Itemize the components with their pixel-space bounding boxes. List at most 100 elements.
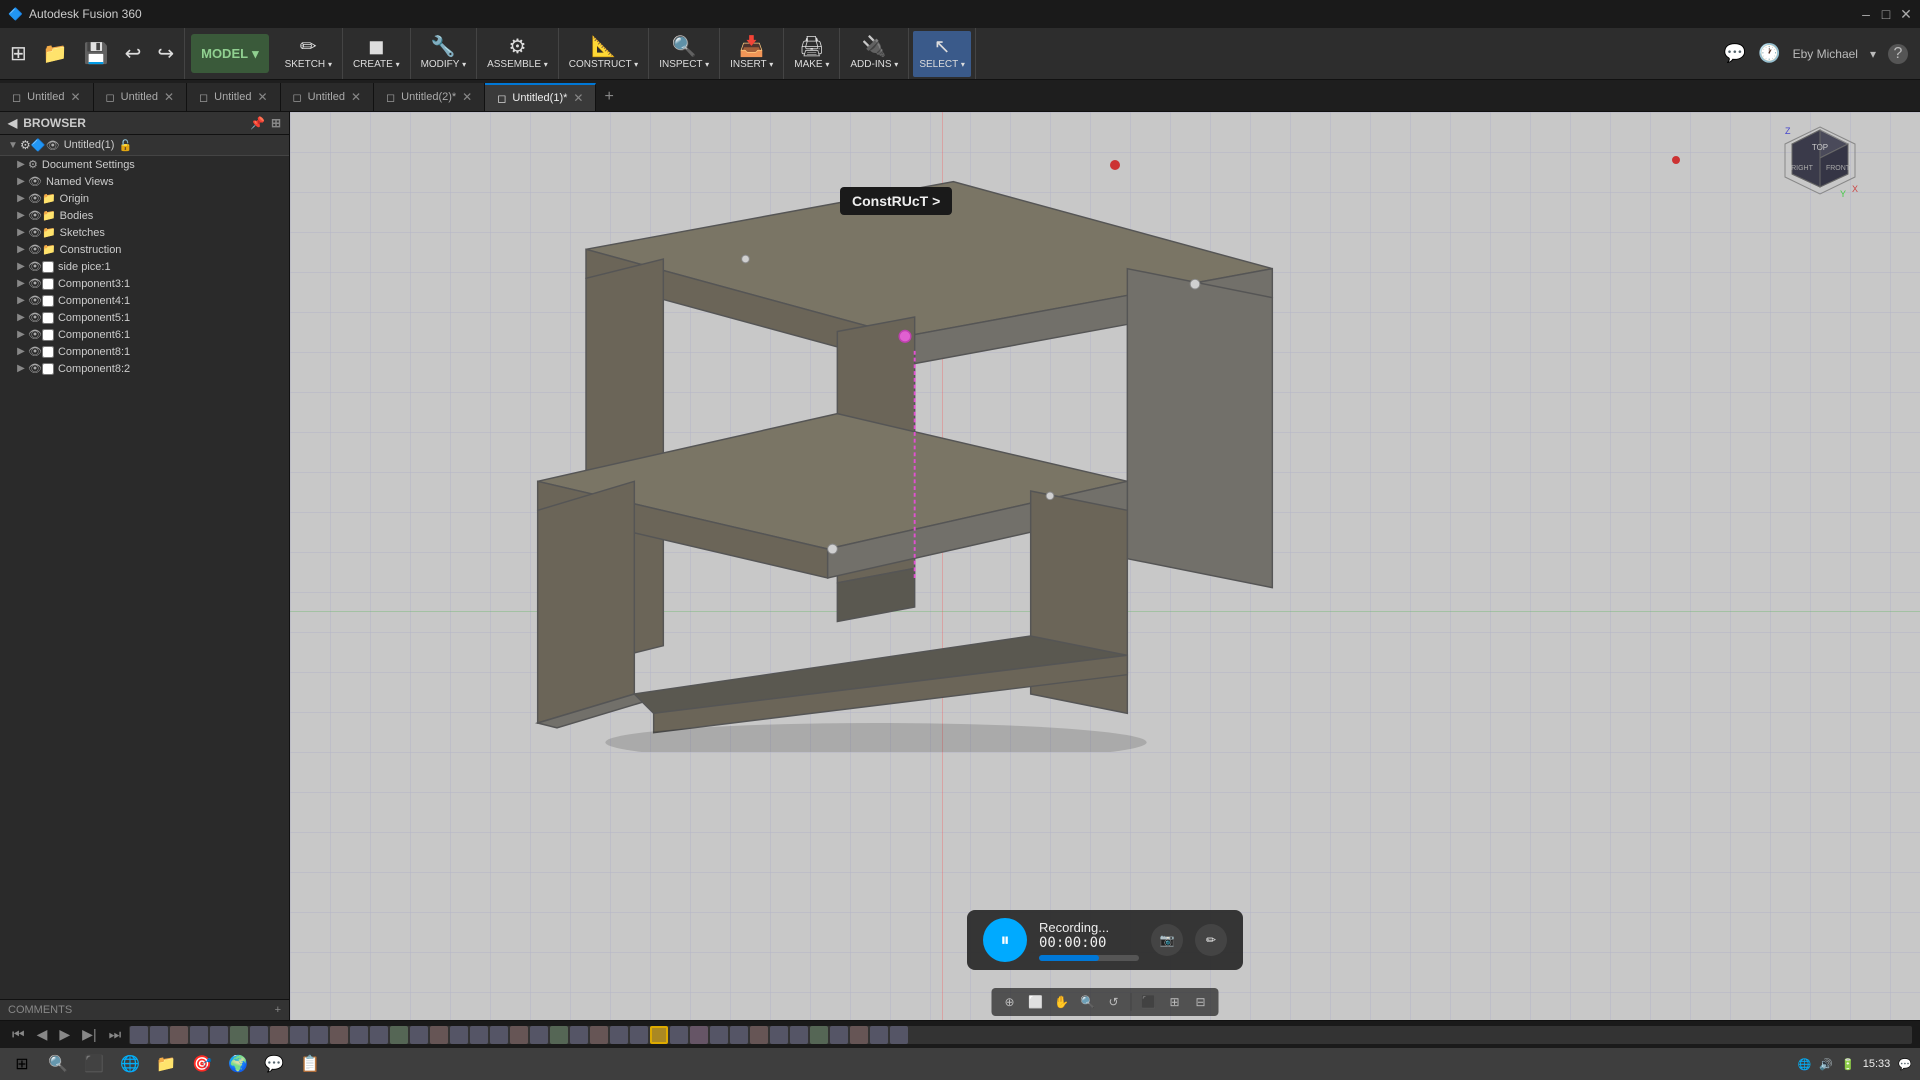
visibility-checkbox[interactable] [42, 329, 54, 341]
timeline-item[interactable] [430, 1026, 448, 1044]
modify-button[interactable]: 🔧 MODIFY ▾ [415, 31, 473, 77]
taskbar-app1[interactable]: 🎯 [188, 1050, 216, 1078]
taskbar-app3[interactable]: 💬 [260, 1050, 288, 1078]
timeline-item[interactable] [190, 1026, 208, 1044]
create-button[interactable]: ◼ CREATE ▾ [347, 31, 406, 77]
timeline-item[interactable] [270, 1026, 288, 1044]
timeline-item[interactable] [450, 1026, 468, 1044]
timeline-item[interactable] [670, 1026, 688, 1044]
windows-start-button[interactable]: ⊞ [8, 1050, 36, 1078]
timeline-item[interactable] [470, 1026, 488, 1044]
visibility-checkbox[interactable] [42, 295, 54, 307]
timeline-item[interactable] [170, 1026, 188, 1044]
root-expand[interactable]: ▼ [6, 140, 20, 151]
timeline-item[interactable] [130, 1026, 148, 1044]
recording-pen-button[interactable]: ✏ [1195, 924, 1227, 956]
visibility-checkbox[interactable] [42, 278, 54, 290]
browser-expand-icon[interactable]: ⊞ [271, 116, 281, 130]
taskbar-volume-icon[interactable]: 🔊 [1819, 1058, 1833, 1071]
zoom-button[interactable]: 🔍 [1076, 991, 1100, 1013]
expand-icon[interactable]: ▶ [14, 261, 28, 272]
timeline-item[interactable] [370, 1026, 388, 1044]
taskbar-explorer[interactable]: 📁 [152, 1050, 180, 1078]
timeline-item[interactable] [230, 1026, 248, 1044]
timeline-item[interactable] [330, 1026, 348, 1044]
timeline-item[interactable] [210, 1026, 228, 1044]
tree-item-bodies[interactable]: ▶ 👁 📁 Bodies [0, 207, 289, 224]
tree-item-doc-settings[interactable]: ▶ ⚙ Document Settings [0, 156, 289, 173]
root-lock-icon[interactable]: 🔓 [118, 139, 132, 152]
taskbar-search-button[interactable]: 🔍 [44, 1050, 72, 1078]
model-dropdown[interactable]: MODEL ▾ [191, 34, 268, 73]
close-button[interactable]: ✕ [1900, 8, 1912, 20]
tab-close[interactable]: ✕ [164, 90, 174, 104]
tree-item-comp3[interactable]: ▶ 👁 Component3:1 [0, 275, 289, 292]
recording-camera-button[interactable]: 📷 [1151, 924, 1183, 956]
tree-item-comp8-1[interactable]: ▶ 👁 Component8:1 [0, 343, 289, 360]
expand-icon[interactable]: ▶ [14, 329, 28, 340]
tab-untitled-1[interactable]: ◻ Untitled ✕ [0, 83, 94, 111]
new-tab-button[interactable]: + [596, 83, 621, 111]
clock-icon[interactable]: 🕐 [1758, 43, 1780, 64]
tab-close[interactable]: ✕ [573, 91, 583, 105]
timeline-item[interactable] [790, 1026, 808, 1044]
grid-settings-button[interactable]: ⊟ [1189, 991, 1213, 1013]
timeline-item[interactable] [890, 1026, 908, 1044]
tab-close[interactable]: ✕ [70, 90, 80, 104]
timeline-item[interactable] [250, 1026, 268, 1044]
chat-icon[interactable]: 💬 [1724, 43, 1746, 64]
save-button[interactable]: 💾 [78, 31, 115, 77]
view-select-button[interactable]: ⬛ [1137, 991, 1161, 1013]
tree-item-comp6[interactable]: ▶ 👁 Component6:1 [0, 326, 289, 343]
inspect-button[interactable]: 🔍 INSPECT ▾ [653, 31, 715, 77]
timeline-item[interactable] [410, 1026, 428, 1044]
viewcube[interactable]: TOP FRONT RIGHT X Y Z [1780, 122, 1860, 202]
expand-icon[interactable]: ▶ [14, 346, 28, 357]
tab-untitled-1star[interactable]: ◻ Untitled(1)* ✕ [485, 83, 596, 111]
visibility-checkbox[interactable] [42, 346, 54, 358]
tree-item-named-views[interactable]: ▶ 👁 Named Views [0, 173, 289, 190]
taskbar-network-icon[interactable]: 🌐 [1798, 1058, 1812, 1071]
expand-icon[interactable]: ▶ [14, 295, 28, 306]
expand-icon[interactable]: ▶ [14, 244, 28, 255]
timeline-item[interactable] [590, 1026, 608, 1044]
timeline-item[interactable] [630, 1026, 648, 1044]
pan-button[interactable]: ✋ [1050, 991, 1074, 1013]
orbit-button[interactable]: ↺ [1102, 991, 1126, 1013]
timeline-item[interactable] [730, 1026, 748, 1044]
tree-item-side-pice[interactable]: ▶ 👁 side pice:1 [0, 258, 289, 275]
grid-apps-button[interactable]: ⊞ [4, 31, 33, 77]
timeline-item[interactable] [870, 1026, 888, 1044]
sketch-button[interactable]: ✏ SKETCH ▾ [279, 31, 338, 77]
timeline-play-button[interactable]: ▶ [55, 1024, 74, 1045]
taskbar-battery-icon[interactable]: 🔋 [1841, 1058, 1855, 1071]
help-icon[interactable]: ? [1888, 44, 1908, 64]
minimize-button[interactable]: – [1860, 8, 1872, 20]
expand-icon[interactable]: ▶ [14, 210, 28, 221]
timeline-item[interactable] [390, 1026, 408, 1044]
undo-button[interactable]: ↩ [119, 31, 148, 77]
timeline-item[interactable] [490, 1026, 508, 1044]
visibility-checkbox[interactable] [42, 261, 54, 273]
timeline-item[interactable] [770, 1026, 788, 1044]
select-button[interactable]: ↖ SELECT ▾ [913, 31, 971, 77]
tab-close[interactable]: ✕ [257, 90, 267, 104]
tree-item-comp8-2[interactable]: ▶ 👁 Component8:2 [0, 360, 289, 377]
tree-root[interactable]: ▼ ⚙ 🔷 👁 Untitled(1) 🔓 [0, 135, 289, 156]
insert-button[interactable]: 📥 INSERT ▾ [724, 31, 779, 77]
taskbar-app2[interactable]: 🌍 [224, 1050, 252, 1078]
tab-untitled-4[interactable]: ◻ Untitled ✕ [281, 83, 375, 111]
expand-icon[interactable]: ▶ [14, 193, 28, 204]
timeline-item[interactable] [690, 1026, 708, 1044]
recording-pause-button[interactable]: ⏸ [983, 918, 1027, 962]
tree-item-comp5[interactable]: ▶ 👁 Component5:1 [0, 309, 289, 326]
timeline-start-button[interactable]: ⏮ [8, 1024, 29, 1045]
visibility-checkbox[interactable] [42, 312, 54, 324]
redo-button[interactable]: ↪ [151, 31, 180, 77]
timeline-item[interactable] [750, 1026, 768, 1044]
tree-item-comp4[interactable]: ▶ 👁 Component4:1 [0, 292, 289, 309]
timeline-item[interactable] [310, 1026, 328, 1044]
taskbar-app4[interactable]: 📋 [296, 1050, 324, 1078]
timeline-next-button[interactable]: ▶| [78, 1024, 100, 1045]
taskbar-task-view[interactable]: ⬛ [80, 1050, 108, 1078]
